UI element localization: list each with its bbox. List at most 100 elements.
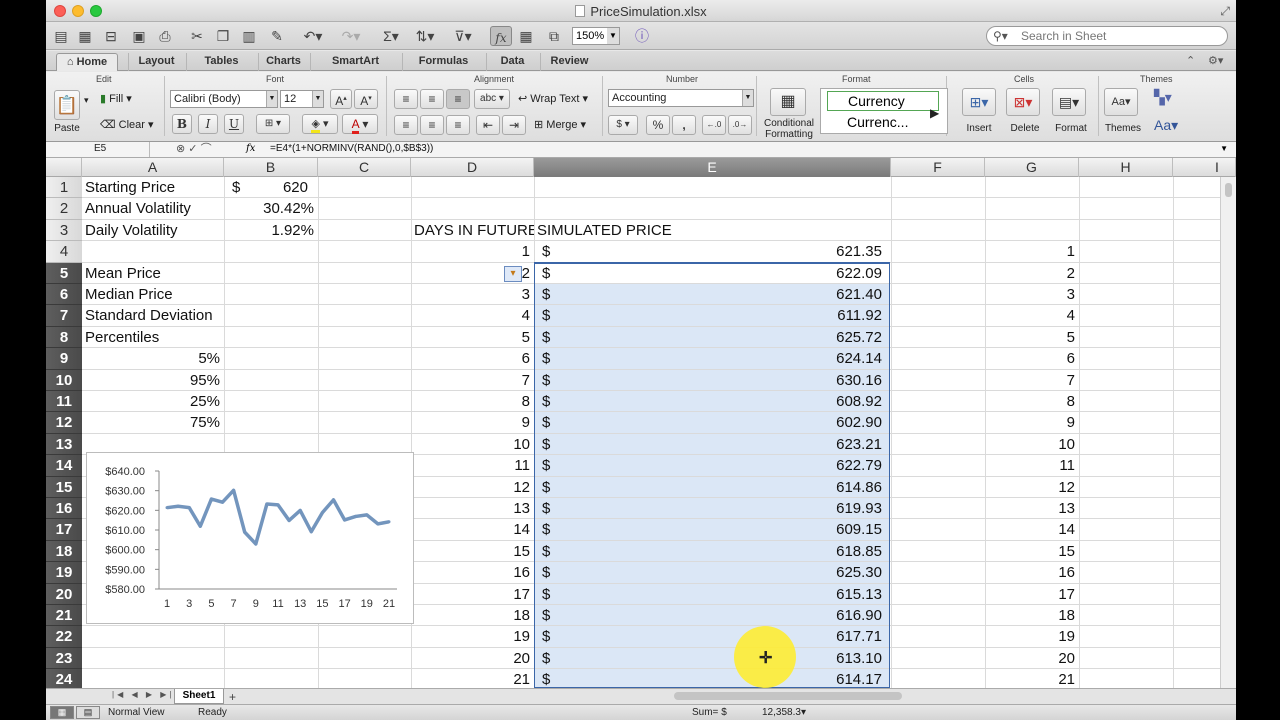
autosum-icon[interactable]: Σ▾ [376, 26, 406, 46]
tab-review[interactable]: Review [540, 53, 598, 71]
sort-icon[interactable]: ⇅▾ [410, 26, 440, 46]
col-header-i[interactable]: I [1173, 158, 1236, 177]
cell-day[interactable]: 6 [411, 348, 530, 369]
cell-b2[interactable]: 30.42% [224, 198, 314, 219]
themes-button-label[interactable]: Themes [1100, 123, 1146, 134]
row-header-8[interactable]: 8 [46, 326, 82, 349]
conditional-formatting-label[interactable]: Conditional Formatting [760, 118, 818, 140]
row-header-22[interactable]: 22 [46, 626, 82, 648]
format-painter-icon[interactable]: ✎ [268, 26, 286, 46]
increase-font-button[interactable]: A▴ [330, 89, 352, 109]
styles-next-icon[interactable]: ▶ [930, 104, 939, 122]
cell-b1-symbol[interactable]: $ [232, 177, 252, 198]
tab-home[interactable]: ⌂ Home [56, 53, 118, 71]
page-layout-view-icon[interactable]: ▤ [76, 706, 100, 719]
comma-style-button[interactable]: , [672, 115, 696, 135]
save-icon[interactable]: ▣ [130, 26, 148, 46]
cell-day[interactable]: 7 [411, 370, 530, 391]
cell-g[interactable]: 12 [985, 477, 1075, 498]
help-icon[interactable]: ⓘ [632, 26, 652, 46]
cell-g[interactable]: 4 [985, 305, 1075, 326]
underline-button[interactable]: U [224, 114, 244, 134]
percent-style-button[interactable]: % [646, 115, 670, 135]
select-all-corner[interactable] [46, 158, 82, 177]
insert-function-button[interactable]: fx [246, 142, 255, 156]
spreadsheet-grid[interactable]: A B C D E F G H I 1 2 3 4 5 6 7 8 9 10 11 12 13 14 15 1… [46, 158, 1236, 688]
copy-icon[interactable]: ❐ [214, 26, 232, 46]
number-format-select[interactable]: Accounting ▼ [608, 89, 754, 107]
col-header-b[interactable]: B [224, 158, 318, 177]
cell-b1[interactable]: 620 [252, 177, 308, 198]
collapse-ribbon-icon[interactable]: ⌃ [1186, 54, 1195, 67]
theme-fonts-button[interactable]: Aa▾ [1154, 116, 1178, 134]
cell-day[interactable]: 20 [411, 648, 530, 669]
cell-a8[interactable]: Percentiles [85, 327, 223, 348]
price-chart[interactable]: $640.00 $630.00 $620.00 $610.00 $600.00 $590.… [86, 452, 414, 624]
number-format-button[interactable]: $ ▾ [608, 115, 638, 135]
borders-button[interactable]: ⊞ ▾ [256, 114, 290, 134]
row-header-21[interactable]: 21 [46, 605, 82, 627]
cell-day[interactable]: 19 [411, 626, 530, 647]
cell-day[interactable]: 15 [411, 541, 530, 562]
row-header-14[interactable]: 14 [46, 455, 82, 477]
cell-day[interactable]: 13 [411, 498, 530, 519]
cell-g[interactable]: 7 [985, 370, 1075, 391]
cell-g[interactable]: 15 [985, 541, 1075, 562]
cell-g[interactable]: 19 [985, 626, 1075, 647]
expand-formula-icon[interactable]: ▼ [1220, 142, 1228, 156]
align-top-icon[interactable]: ≡ [394, 89, 418, 109]
clear-button[interactable]: ⌫ Clear ▾ [100, 116, 154, 134]
paste-options-chevron-icon[interactable]: ▾ [84, 91, 89, 109]
tab-smartart[interactable]: SmartArt [310, 53, 400, 71]
search-input[interactable]: ⚲▾ Search in Sheet [986, 26, 1228, 46]
row-header-20[interactable]: 20 [46, 583, 82, 605]
cell-g[interactable]: 9 [985, 412, 1075, 433]
decrease-indent-icon[interactable]: ⇤ [476, 115, 500, 135]
row-header-9[interactable]: 9 [46, 348, 82, 370]
bold-button[interactable]: B [172, 114, 192, 134]
align-right-icon[interactable]: ≡ [446, 115, 470, 135]
wrap-text-button[interactable]: ↩ Wrap Text ▾ [518, 90, 588, 108]
row-header-1[interactable]: 1 [46, 177, 82, 199]
cell-day[interactable]: 11 [411, 455, 530, 476]
templates-icon[interactable]: ▦ [76, 26, 94, 46]
cell-g[interactable]: 14 [985, 519, 1075, 540]
col-header-e[interactable]: E [534, 158, 891, 177]
normal-view-icon[interactable]: ▦ [50, 706, 74, 719]
cell-a5[interactable]: Mean Price [85, 263, 223, 284]
cell-g[interactable]: 16 [985, 562, 1075, 583]
row-header-10[interactable]: 10 [46, 369, 82, 391]
cell-a6[interactable]: Median Price [85, 284, 223, 305]
cell-day[interactable]: 16 [411, 562, 530, 583]
gallery-icon[interactable]: ▦ [516, 26, 536, 46]
row-header-11[interactable]: 11 [46, 391, 82, 413]
cell-g[interactable]: 18 [985, 605, 1075, 626]
col-header-h[interactable]: H [1079, 158, 1173, 177]
cell-a7[interactable]: Standard Deviation [85, 305, 225, 326]
formula-input[interactable]: =E4*(1+NORMINV(RAND(),0,$B$3)) [270, 142, 433, 156]
formula-builder-icon[interactable]: fx [490, 26, 512, 46]
cell-a12[interactable]: 75% [82, 412, 220, 433]
cell-b3[interactable]: 1.92% [224, 220, 314, 241]
horizontal-scroll-thumb[interactable] [674, 692, 902, 700]
row-header-19[interactable]: 19 [46, 562, 82, 584]
enter-icon[interactable]: ✓ [188, 143, 197, 155]
increase-decimal-icon[interactable]: ←.0 [702, 115, 726, 135]
paste-icon[interactable]: ▥ [240, 26, 258, 46]
font-name-select[interactable]: Calibri (Body) ▼ [170, 90, 278, 108]
align-left-icon[interactable]: ≡ [394, 115, 418, 135]
sheet-nav-arrows-icon[interactable]: |◀ ◀ ▶ ▶| [112, 690, 174, 699]
new-icon[interactable]: ▤ [52, 26, 70, 46]
name-box[interactable]: E5 [50, 142, 150, 157]
zoom-select[interactable]: 150% ▼ [572, 27, 620, 45]
col-header-d[interactable]: D [411, 158, 534, 177]
row-header-6[interactable]: 6 [46, 284, 82, 306]
cell-g[interactable]: 20 [985, 648, 1075, 669]
cell-day[interactable]: 10 [411, 434, 530, 455]
tab-data[interactable]: Data [486, 53, 538, 71]
fill-button[interactable]: ▮ Fill ▾ [100, 90, 132, 108]
delete-cells-icon[interactable]: ⊠▾ [1006, 88, 1040, 116]
cell-day[interactable]: 9 [411, 412, 530, 433]
themes-icon[interactable]: Aa▾ [1104, 88, 1138, 116]
cell-g[interactable]: 5 [985, 327, 1075, 348]
